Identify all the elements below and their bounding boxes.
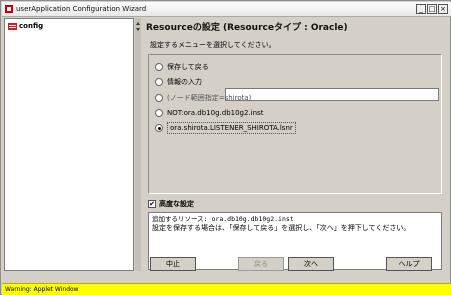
advanced-label: 高度な設定	[159, 200, 194, 208]
back-button[interactable]: 戻る	[238, 257, 284, 271]
app-icon	[5, 5, 13, 13]
collapse-right-arrow-icon[interactable]	[136, 28, 140, 31]
advanced-checkbox[interactable]: ✔	[148, 200, 156, 208]
panel-title: Resourceの設定 (Resourceタイプ : Oracle)	[146, 23, 348, 33]
radio-button[interactable]	[155, 63, 163, 71]
next-button[interactable]: 次へ	[288, 257, 334, 271]
wizard-window: userApplication Configuration Wizard _ □…	[0, 0, 451, 295]
radio-button[interactable]	[155, 78, 163, 86]
wizard-buttons: 中止 戻る 次へ ヘルプ	[142, 257, 448, 271]
info-line: 追加するリソース: ora.db10g.db10g2.inst	[152, 215, 294, 223]
split-pane-divider[interactable]	[135, 18, 141, 271]
info-input[interactable]	[225, 88, 439, 101]
option-save-return[interactable]: 保存して戻る	[155, 61, 209, 73]
option-label: ora.shirota.LISTENER_SHIROTA.lsnr	[167, 122, 296, 134]
cancel-button[interactable]: 中止	[150, 257, 196, 271]
close-button[interactable]: ×	[438, 4, 448, 14]
collapse-left-arrow-icon[interactable]	[136, 22, 140, 25]
radio-button-selected[interactable]	[155, 124, 163, 132]
option-label: NOT:ora.db10g.db10g2.inst	[167, 109, 264, 117]
instruction-text: 設定するメニューを選択してください。	[150, 41, 276, 49]
window-controls: _ □ ×	[416, 4, 448, 14]
option-label: 保存して戻る	[167, 63, 209, 71]
maximize-button[interactable]: □	[427, 4, 437, 14]
info-line: 設定を保存する場合は、「保存して戻る」を選択し、「次へ」を押下してください。	[152, 224, 411, 232]
option-node-range[interactable]: (ノード範囲指定=shirota)	[155, 92, 251, 104]
applet-warning-bar: Warning: Applet Window	[2, 283, 451, 295]
radio-button[interactable]	[155, 94, 163, 102]
title-bar[interactable]: userApplication Configuration Wizard _ □…	[2, 2, 451, 17]
option-listener[interactable]: ora.shirota.LISTENER_SHIROTA.lsnr	[155, 122, 296, 134]
advanced-settings-toggle[interactable]: ✔ 高度な設定	[148, 199, 194, 209]
radio-button[interactable]	[155, 109, 163, 117]
folder-config-icon	[8, 22, 17, 30]
minimize-button[interactable]: _	[416, 4, 426, 14]
help-button[interactable]: ヘルプ	[386, 257, 432, 271]
option-label: (ノード範囲指定=shirota)	[167, 94, 252, 102]
tree-item-config[interactable]: config	[8, 21, 43, 31]
tree-item-label: config	[19, 22, 44, 30]
resource-settings-panel: Resourceの設定 (Resourceタイプ : Oracle) 設定するメ…	[142, 18, 448, 271]
option-label: 情報の入力	[167, 78, 202, 86]
config-tree[interactable]: config	[4, 18, 134, 271]
option-enter-info[interactable]: 情報の入力	[155, 76, 202, 88]
menu-options-group: 保存して戻る 情報の入力 (ノード範囲指定=shirota) NOT:ora.d…	[148, 54, 442, 194]
window-title: userApplication Configuration Wizard	[16, 5, 147, 13]
option-not-inst[interactable]: NOT:ora.db10g.db10g2.inst	[155, 107, 263, 119]
